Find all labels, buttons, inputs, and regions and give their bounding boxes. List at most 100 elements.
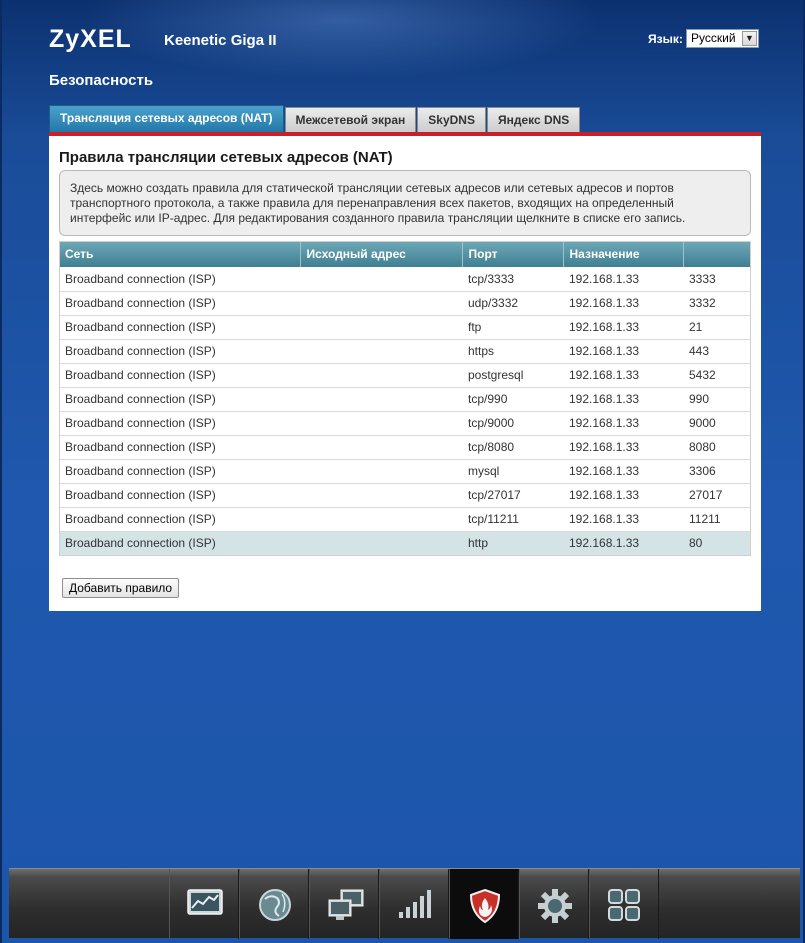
cell-dest-port: 3306 [689,464,716,478]
cell-port: tcp/990 [468,392,508,406]
nat-rules-table: Сеть Исходный адрес Порт Назначение Broa… [59,241,751,556]
cell-dest-port: 27017 [689,488,723,502]
tab-skydns[interactable]: SkyDNS [417,107,486,134]
cell-source [300,483,462,507]
cell-dest-port: 443 [689,344,710,358]
info-line: транспортного протокола, а также правила… [70,196,674,210]
cell-dest-port: 11211 [689,512,721,526]
cell-source [300,387,462,411]
cell-dest-ip: 192.168.1.33 [569,512,640,526]
cell-port: ftp [468,320,482,334]
cell-network: Broadband connection (ISP) [65,488,216,502]
cell-port: tcp/11211 [468,512,519,526]
column-header-destination[interactable]: Назначение [563,241,684,267]
chevron-down-icon: ▼ [742,31,757,46]
add-rule-button[interactable]: Добавить правило [62,578,180,598]
apps-grid-icon [608,889,640,921]
cell-dest-port: 80 [689,536,703,550]
cell-port: postgresql [468,368,524,382]
cell-dest-ip: 192.168.1.33 [569,392,640,406]
cell-network: Broadband connection (ISP) [65,320,216,334]
panel-title: Правила трансляции сетевых адресов (NAT) [59,149,393,166]
nav-system[interactable] [519,869,589,939]
cell-port: mysql [468,464,500,478]
device-model: Keenetic Giga II [164,32,277,49]
language-label: Язык: [648,32,683,46]
cell-dest-ip: 192.168.1.33 [569,416,640,430]
tab-bar: Трансляция сетевых адресов (NAT) Межсете… [49,105,581,134]
info-line: Здесь можно создать правила для статичес… [70,181,674,195]
cell-network: Broadband connection (ISP) [65,368,216,382]
cell-dest-port: 3333 [689,271,716,286]
column-header-source[interactable]: Исходный адрес [300,241,463,267]
nav-home-network[interactable] [309,869,379,939]
table-row[interactable]: Broadband connection (ISP) mysql 192.168.1… [59,459,751,483]
cell-port: tcp/27017 [468,488,521,502]
cell-network: Broadband connection (ISP) [65,536,216,550]
globe-icon [259,889,291,921]
cell-network: Broadband connection (ISP) [65,440,216,454]
cell-dest-ip: 192.168.1.33 [569,368,640,382]
nav-wifi[interactable] [379,869,449,939]
tab-yandex-dns[interactable]: Яндекс DNS [486,107,581,134]
cell-network: Broadband connection (ISP) [65,296,216,310]
cell-source [300,339,462,363]
nat-panel: Правила трансляции сетевых адресов (NAT)… [49,136,761,611]
security-shield-icon [469,888,501,924]
tab-firewall[interactable]: Межсетевой экран [284,107,417,134]
info-line: интерфейс или IP-адрес. Для редактирован… [70,211,686,225]
cell-dest-port: 990 [689,392,710,406]
info-box: Здесь можно создать правила для статичес… [59,170,751,236]
cell-dest-ip: 192.168.1.33 [569,488,640,502]
table-row[interactable]: Broadband connection (ISP) tcp/27017 192.1… [59,483,751,507]
table-header-row: Сеть Исходный адрес Порт Назначение [59,241,751,267]
cell-dest-ip: 192.168.1.33 [569,536,640,550]
cell-dest-ip: 192.168.1.33 [569,320,640,334]
table-row[interactable]: Broadband connection (ISP) http 192.168.1.… [59,531,751,555]
language-select[interactable]: Русский ▼ [686,29,759,48]
table-row[interactable]: Broadband connection (ISP) tcp/8080 192.16… [59,435,751,459]
column-header-network[interactable]: Сеть [59,241,301,267]
cell-dest-ip: 192.168.1.33 [569,344,640,358]
cell-port: https [468,344,495,358]
cell-source [300,459,462,483]
table-row[interactable]: Broadband connection (ISP) tcp/9000 192.16… [59,411,751,435]
cell-dest-port: 8080 [689,440,716,454]
cell-dest-port: 5432 [689,368,716,382]
column-header-port[interactable]: Порт [462,241,564,267]
cell-port: tcp/3333 [468,271,515,286]
monitor-chart-icon [187,889,223,915]
nav-internet[interactable] [239,869,309,939]
tab-nat[interactable]: Трансляция сетевых адресов (NAT) [49,105,284,134]
table-row[interactable]: Broadband connection (ISP) tcp/3333 192.16… [59,267,751,291]
cell-network: Broadband connection (ISP) [65,271,216,286]
cell-network: Broadband connection (ISP) [65,512,216,526]
cell-dest-port: 3332 [689,296,716,310]
cell-port: tcp/8080 [468,440,515,454]
cell-dest-ip: 192.168.1.33 [569,296,640,310]
cell-dest-port: 9000 [689,416,716,430]
table-row[interactable]: Broadband connection (ISP) tcp/11211 192.1… [59,507,751,531]
cell-source [300,315,462,339]
cell-dest-ip: 192.168.1.33 [569,271,640,286]
header-glow [82,0,602,80]
nav-apps[interactable] [589,869,659,939]
cell-port: udp/3332 [468,296,519,310]
cell-source [300,531,462,555]
cell-source [300,363,462,387]
table-row[interactable]: Broadband connection (ISP) ftp 192.168.1.3… [59,315,751,339]
table-row[interactable]: Broadband connection (ISP) udp/3332 192.16… [59,291,751,315]
nav-security[interactable] [449,869,519,939]
table-row[interactable]: Broadband connection (ISP) tcp/990 192.168… [59,387,751,411]
cell-network: Broadband connection (ISP) [65,344,216,358]
table-row[interactable]: Broadband connection (ISP) postgresql 192.… [59,363,751,387]
signal-bars-icon [399,890,431,918]
cell-source [300,507,462,531]
cell-port: http [468,536,489,550]
table-row[interactable]: Broadband connection (ISP) https 192.168.1… [59,339,751,363]
cell-source [300,411,462,435]
zyxel-logo: ZyXEL [49,25,132,53]
nav-monitor[interactable] [169,869,239,939]
language-selected-value: Русский [691,31,736,45]
page-title: Безопасность [49,72,154,89]
